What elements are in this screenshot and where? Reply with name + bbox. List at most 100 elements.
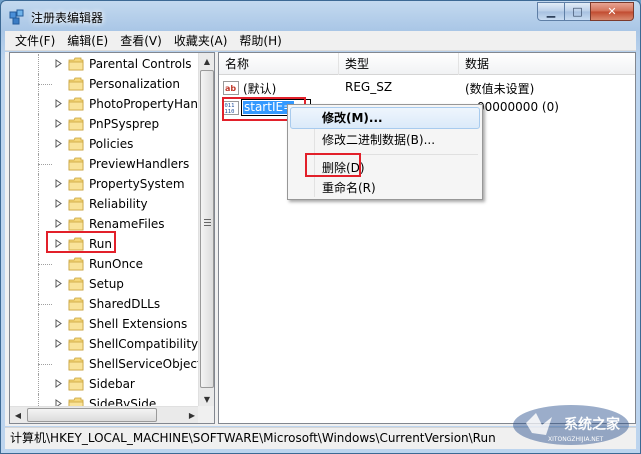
watermark-text: 系统之家 [564,416,621,433]
tree-item[interactable]: PnPSysprep [10,114,200,134]
tree-connector [38,274,52,294]
tree-item[interactable]: Reliability [10,194,200,214]
tree-item[interactable]: Shell Extensions [10,314,200,334]
expand-arrow-icon[interactable] [54,59,63,68]
title-bar[interactable]: 注册表编辑器 ▁ □ ✕ [1,1,640,31]
expand-arrow-icon[interactable] [54,219,63,228]
regedit-window: 注册表编辑器 ▁ □ ✕ 文件(F) 编辑(E) 查看(V) 收藏夹(A) 帮助… [0,0,641,454]
tree-item-label: Parental Controls [89,57,192,71]
value-row-default[interactable]: ab (默认) REG_SZ (数值未设置) [219,78,635,98]
site-watermark: 系统之家 XITONGZHIJIA.NET [513,405,629,445]
tree-item-label: SharedDLLs [89,297,161,311]
tree-item-label: ShellServiceObjectI [89,357,200,371]
expand-arrow-icon[interactable] [54,139,63,148]
tree-vertical-scrollbar[interactable]: ▲ ▼ [198,53,214,407]
tree-connector [38,134,52,154]
tree-item-label: RenameFiles [89,217,165,231]
folder-icon [68,137,84,151]
folder-icon [68,157,84,171]
menu-bar: 文件(F) 编辑(E) 查看(V) 收藏夹(A) 帮助(H) [5,31,636,51]
context-menu-rename[interactable]: 重命名(R) [290,177,480,199]
highlight-box-delete [305,153,361,177]
scroll-corner [198,406,214,423]
maximize-icon: □ [572,5,583,18]
tree-item-label: Personalization [89,77,180,91]
context-menu: 修改(M)... 修改二进制数据(B)... 删除(D) 重命名(R) [287,104,483,200]
tree-horizontal-scroll-thumb[interactable] [27,408,157,422]
folder-icon [68,57,84,71]
maximize-button[interactable]: □ [564,2,590,21]
tree-item[interactable]: PropertySystem [10,174,200,194]
folder-icon [68,277,84,291]
column-header-type[interactable]: 类型 [339,53,459,75]
menu-edit[interactable]: 编辑(E) [61,31,114,51]
tree-vertical-scroll-thumb[interactable] [200,70,214,388]
folder-icon [68,377,84,391]
menu-favorites[interactable]: 收藏夹(A) [168,31,234,51]
tree-item-label: Setup [89,277,124,291]
menu-view[interactable]: 查看(V) [114,31,168,51]
context-menu-modify-binary[interactable]: 修改二进制数据(B)... [290,129,480,151]
expand-arrow-icon[interactable] [54,99,63,108]
close-button[interactable]: ✕ [590,2,634,21]
menu-help[interactable]: 帮助(H) [233,31,287,51]
tree-item-label: Reliability [89,197,148,211]
window-title: 注册表编辑器 [31,11,104,25]
tree-item[interactable]: PreviewHandlers [10,154,200,174]
tree-connector [38,304,52,305]
tree-item-label: PreviewHandlers [89,157,190,171]
tree-item-label: PropertySystem [89,177,185,191]
tree-connector [38,364,52,365]
highlight-box-run-key [46,231,116,253]
expand-arrow-icon[interactable] [54,339,63,348]
watermark-subtext: XITONGZHIJIA.NET [548,436,604,443]
folder-icon [68,177,84,191]
tree-connector [38,164,52,165]
value-type: REG_SZ [345,80,393,94]
tree-item[interactable]: ShellServiceObjectI [10,354,200,374]
expand-arrow-icon[interactable] [54,199,63,208]
tree-connector [38,194,52,214]
expand-arrow-icon[interactable] [54,179,63,188]
tree-item[interactable]: Parental Controls [10,54,200,74]
scroll-down-arrow-icon[interactable]: ▼ [199,391,214,407]
tree-item-label: Shell Extensions [89,317,188,331]
tree-connector [38,264,52,265]
tree-horizontal-scrollbar[interactable]: ◀ ▶ [10,406,200,423]
tree-item[interactable]: Personalization [10,74,200,94]
key-tree: Parental Controls Personalization PhotoPro… [10,53,200,407]
menu-file[interactable]: 文件(F) [9,31,61,51]
tree-item[interactable]: ShellCompatibility [10,334,200,354]
list-header: 名称 类型 数据 [219,53,635,75]
tree-item[interactable]: PhotoPropertyHand [10,94,200,114]
grip-icon [204,219,211,226]
folder-icon [68,97,84,111]
expand-arrow-icon[interactable] [54,119,63,128]
folder-icon [68,357,84,371]
column-header-name[interactable]: 名称 [219,53,339,75]
scroll-left-arrow-icon[interactable]: ◀ [10,407,26,423]
column-header-data[interactable]: 数据 [459,53,635,75]
tree-item-label: PhotoPropertyHand [89,97,200,111]
context-menu-modify[interactable]: 修改(M)... [290,107,480,129]
regedit-app-icon [9,9,24,25]
tree-item[interactable]: RunOnce [10,254,200,274]
tree-connector [38,84,52,85]
tree-item-label: Sidebar [89,377,135,391]
tree-item[interactable]: Policies [10,134,200,154]
tree-item[interactable]: Sidebar [10,374,200,394]
expand-arrow-icon[interactable] [54,279,63,288]
expand-arrow-icon[interactable] [54,379,63,388]
tree-item-label: ShellCompatibility [89,337,199,351]
tree-connector [38,374,52,394]
expand-arrow-icon[interactable] [54,319,63,328]
minimize-icon: ▁ [546,5,556,18]
tree-connector [38,314,52,334]
folder-icon [68,117,84,131]
scroll-up-arrow-icon[interactable]: ▲ [199,53,214,69]
minimize-button[interactable]: ▁ [537,2,564,21]
close-icon: ✕ [607,5,617,18]
svg-text:ab: ab [225,84,236,93]
tree-item[interactable]: Setup [10,274,200,294]
tree-item[interactable]: SharedDLLs [10,294,200,314]
